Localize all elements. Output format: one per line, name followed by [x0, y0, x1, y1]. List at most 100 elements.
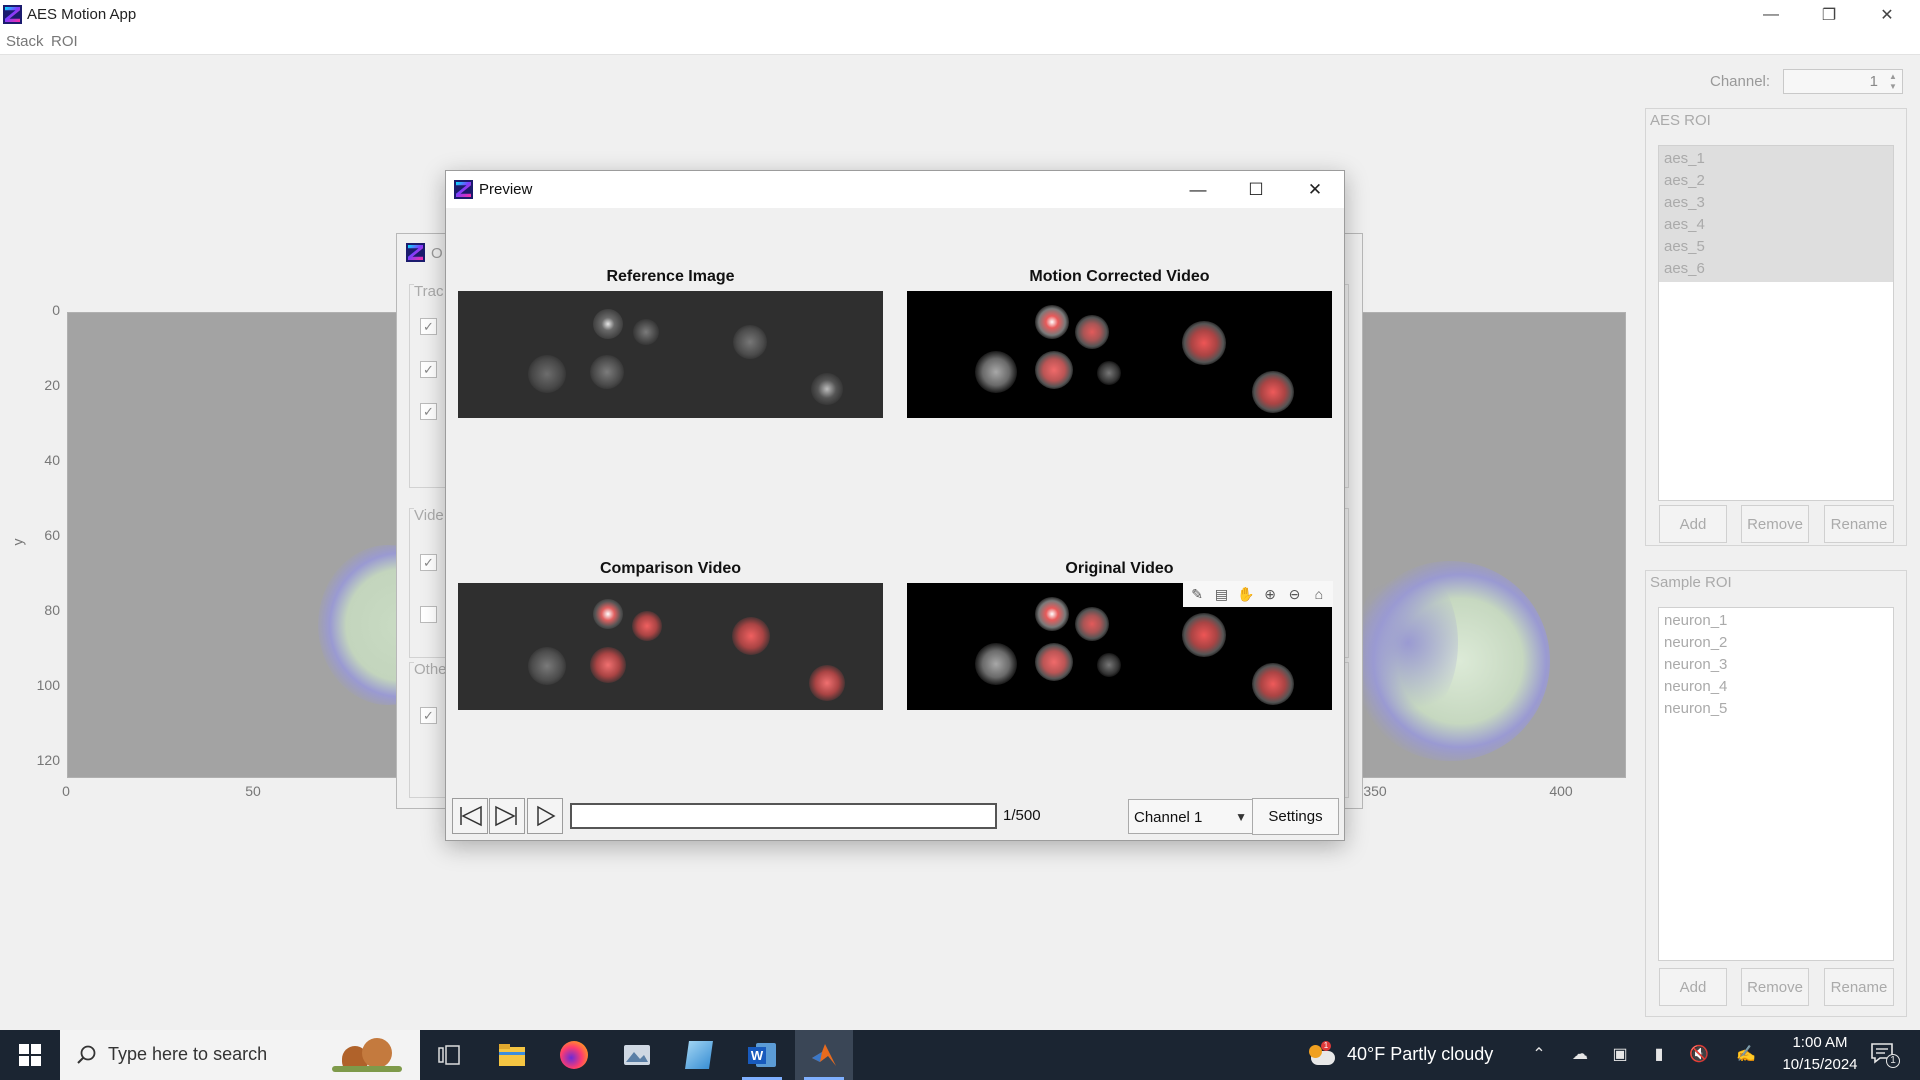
checkbox[interactable]: ✓ [420, 318, 437, 335]
notifications-button[interactable]: 1 [1870, 1042, 1900, 1068]
list-item[interactable]: neuron_5 [1659, 698, 1893, 720]
volume-muted-icon[interactable]: 🔇 [1688, 1044, 1710, 1066]
clock-date[interactable]: 10/15/2024 [1770, 1056, 1870, 1073]
list-item[interactable]: aes_6 [1659, 258, 1893, 280]
aes-roi-list[interactable]: aes_1 aes_2 aes_3 aes_4 aes_5 aes_6 [1658, 145, 1894, 501]
minimize-button[interactable]: — [1742, 0, 1800, 29]
firefox-button[interactable] [545, 1030, 603, 1080]
roi-blob [1358, 563, 1458, 723]
minimize-icon: — [1763, 5, 1779, 23]
sample-add-button[interactable]: Add [1659, 968, 1727, 1006]
sample-rename-button[interactable]: Rename [1824, 968, 1894, 1006]
start-button[interactable] [0, 1030, 60, 1080]
list-item[interactable]: neuron_2 [1659, 632, 1893, 654]
file-explorer-button[interactable] [483, 1030, 541, 1080]
sample-roi-panel: Sample ROI neuron_1 neuron_2 neuron_3 ne… [1645, 570, 1907, 1017]
checkbox[interactable]: ✓ [420, 403, 437, 420]
y-tick-label: 40 [44, 452, 60, 468]
x-tick-label: 0 [62, 783, 70, 799]
pan-icon[interactable]: ✋ [1236, 584, 1256, 604]
frame-counter: 1/500 [1003, 807, 1041, 824]
menu-roi[interactable]: ROI [51, 33, 78, 50]
checkbox[interactable]: ✓ [420, 361, 437, 378]
matlab-icon [812, 1044, 836, 1066]
step-forward-icon [495, 805, 517, 827]
chevron-up-icon[interactable]: ⌃ [1528, 1044, 1550, 1066]
preview-minimize-button[interactable]: — [1169, 171, 1227, 208]
aes-rename-button[interactable]: Rename [1824, 505, 1894, 543]
next-frame-button[interactable] [489, 798, 525, 834]
matlab-button[interactable] [795, 1030, 853, 1080]
app-logo-icon [454, 180, 473, 199]
play-icon [537, 805, 556, 827]
spin-down-icon[interactable]: ▼ [1886, 82, 1900, 92]
cell [593, 309, 623, 339]
restore-icon: ❐ [1821, 6, 1837, 24]
comparison-video-axes[interactable] [458, 583, 883, 710]
cell [1182, 613, 1226, 657]
taskbar-search[interactable]: Type here to search [60, 1030, 420, 1080]
sample-remove-button[interactable]: Remove [1741, 968, 1809, 1006]
datatip-icon[interactable]: ▤ [1211, 584, 1231, 604]
clock-time[interactable]: 1:00 AM [1780, 1034, 1860, 1051]
zoom-in-icon[interactable]: ⊕ [1260, 584, 1280, 604]
y-tick-label: 80 [44, 602, 60, 618]
restore-button[interactable]: ❐ [1800, 0, 1858, 29]
app-titlebar: AES Motion App — ❐ ✕ [0, 0, 1920, 29]
play-button[interactable] [527, 798, 563, 834]
list-item[interactable]: neuron_1 [1659, 610, 1893, 632]
cell [528, 647, 566, 685]
group-title: Vide [414, 507, 446, 524]
sample-roi-list[interactable]: neuron_1 neuron_2 neuron_3 neuron_4 neur… [1658, 607, 1894, 961]
cell [1182, 321, 1226, 365]
y-tick-label: 20 [44, 377, 60, 393]
list-item[interactable]: neuron_3 [1659, 654, 1893, 676]
list-item[interactable]: neuron_4 [1659, 676, 1893, 698]
cell [590, 355, 624, 389]
preview-close-button[interactable]: ✕ [1286, 171, 1344, 208]
preview-maximize-button[interactable]: ☐ [1227, 171, 1285, 208]
menu-stack[interactable]: Stack [6, 33, 44, 50]
channel-spinner[interactable]: 1 ▲ ▼ [1783, 69, 1903, 94]
cell [1035, 597, 1069, 631]
list-item[interactable]: aes_5 [1659, 236, 1893, 258]
list-item[interactable]: aes_3 [1659, 192, 1893, 214]
previous-frame-button[interactable] [452, 798, 488, 834]
zoom-out-icon[interactable]: ⊖ [1284, 584, 1304, 604]
y-tick-label: 60 [44, 527, 60, 543]
checkbox[interactable]: ✓ [420, 554, 437, 571]
motion-corrected-axes[interactable] [907, 291, 1332, 418]
spin-up-icon[interactable]: ▲ [1886, 72, 1900, 82]
checkbox[interactable]: ✓ [420, 707, 437, 724]
display-icon[interactable]: ▣ [1609, 1044, 1631, 1066]
task-view-button[interactable] [420, 1030, 478, 1080]
word-button[interactable]: W [733, 1030, 791, 1080]
list-item[interactable]: aes_1 [1659, 148, 1893, 170]
pen-icon[interactable]: ✍ [1735, 1044, 1757, 1066]
frame-slider[interactable] [570, 803, 997, 829]
export-icon[interactable]: ✎ [1187, 584, 1207, 604]
search-placeholder: Type here to search [108, 1044, 268, 1064]
app-button[interactable] [670, 1030, 728, 1080]
app-button[interactable] [608, 1030, 666, 1080]
notification-count: 1 [1886, 1054, 1900, 1068]
checkbox[interactable] [420, 606, 437, 623]
list-item[interactable]: aes_2 [1659, 170, 1893, 192]
home-icon[interactable]: ⌂ [1309, 584, 1329, 604]
list-item[interactable]: aes_4 [1659, 214, 1893, 236]
aes-add-button[interactable]: Add [1659, 505, 1727, 543]
channel-dropdown[interactable]: Channel 1 ▼ [1128, 799, 1255, 834]
aes-roi-title: AES ROI [1650, 112, 1711, 129]
taskbar: Type here to search W 1 40°F Partly clou… [0, 1030, 1920, 1080]
weather-icon[interactable]: 1 [1307, 1041, 1337, 1069]
settings-button[interactable]: Settings [1252, 798, 1339, 835]
search-icon [77, 1045, 96, 1064]
close-button[interactable]: ✕ [1858, 0, 1916, 29]
aes-remove-button[interactable]: Remove [1741, 505, 1809, 543]
weather-text[interactable]: 40°F Partly cloudy [1347, 1044, 1493, 1065]
motion-corrected-title: Motion Corrected Video [1029, 268, 1210, 285]
onedrive-icon[interactable]: ☁ [1569, 1044, 1591, 1066]
task-view-icon [438, 1045, 460, 1065]
battery-icon[interactable]: ▮ [1648, 1044, 1670, 1066]
reference-image-axes[interactable] [458, 291, 883, 418]
